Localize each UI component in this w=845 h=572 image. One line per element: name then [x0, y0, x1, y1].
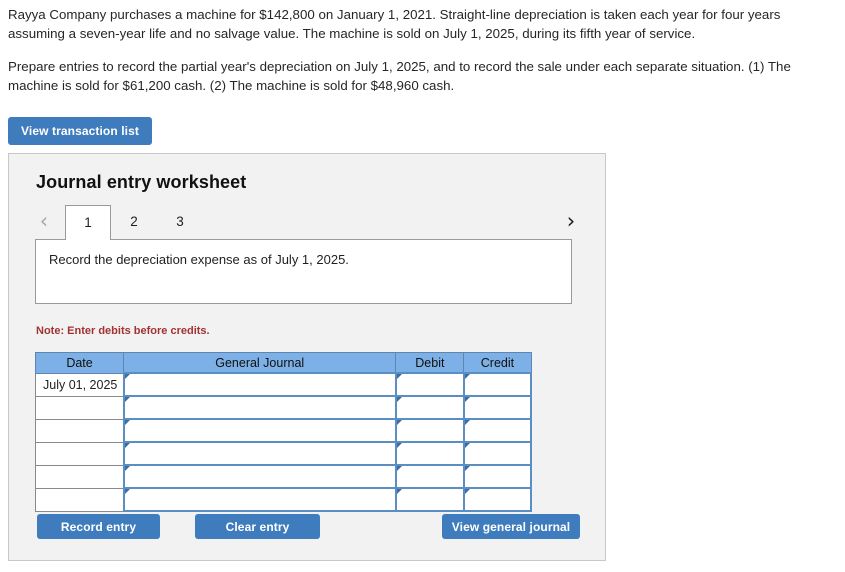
date-cell[interactable]	[34, 464, 125, 489]
worksheet-tabstrip: ‹ 1 2 3 ›	[35, 205, 580, 240]
table-row	[34, 487, 533, 512]
date-cell[interactable]: July 01, 2025	[34, 372, 125, 397]
date-cell[interactable]	[34, 395, 125, 420]
debit-input-cell[interactable]	[394, 441, 465, 466]
debit-input-cell[interactable]	[394, 418, 465, 443]
problem-paragraph-1: Rayya Company purchases a machine for $1…	[8, 7, 781, 41]
table-row	[34, 464, 533, 489]
date-cell[interactable]	[34, 441, 125, 466]
chevron-left-icon[interactable]: ‹	[35, 205, 53, 239]
instruction-box: Record the depreciation expense as of Ju…	[35, 239, 572, 304]
debit-input-cell[interactable]	[394, 487, 465, 512]
record-entry-button[interactable]: Record entry	[37, 514, 160, 539]
table-header-row: Date General Journal Debit Credit	[34, 352, 532, 374]
account-input-cell[interactable]	[122, 418, 397, 443]
cell-marker-icon	[396, 443, 402, 448]
column-header-date: Date	[34, 352, 125, 374]
column-header-debit: Debit	[395, 352, 465, 374]
tab-3[interactable]: 3	[157, 205, 203, 239]
table-row	[34, 395, 533, 420]
debits-before-credits-note: Note: Enter debits before credits.	[36, 325, 210, 337]
date-cell[interactable]	[34, 418, 125, 443]
table-row	[34, 418, 533, 443]
credit-input-cell[interactable]	[462, 372, 533, 397]
cell-marker-icon	[124, 397, 130, 402]
column-header-credit: Credit	[463, 352, 532, 374]
cell-marker-icon	[396, 397, 402, 402]
credit-input-cell[interactable]	[462, 464, 533, 489]
date-cell[interactable]	[34, 487, 125, 512]
credit-input-cell[interactable]	[462, 441, 533, 466]
view-general-journal-button[interactable]: View general journal	[442, 514, 580, 539]
debit-input-cell[interactable]	[394, 372, 465, 397]
cell-marker-icon	[124, 466, 130, 471]
cell-marker-icon	[396, 374, 402, 379]
tab-1[interactable]: 1	[65, 205, 111, 240]
view-transaction-list-button[interactable]: View transaction list	[8, 117, 152, 145]
cell-marker-icon	[464, 374, 470, 379]
journal-entry-table: Date General Journal Debit Credit July 0…	[34, 352, 533, 512]
cell-marker-icon	[396, 466, 402, 471]
cell-marker-icon	[464, 443, 470, 448]
debit-input-cell[interactable]	[394, 464, 465, 489]
account-input-cell[interactable]	[122, 487, 397, 512]
debit-input-cell[interactable]	[394, 395, 465, 420]
cell-marker-icon	[464, 397, 470, 402]
page-title: Journal entry worksheet	[36, 172, 247, 192]
account-input-cell[interactable]	[122, 464, 397, 489]
credit-input-cell[interactable]	[462, 487, 533, 512]
credit-input-cell[interactable]	[462, 418, 533, 443]
instruction-text: Record the depreciation expense as of Ju…	[49, 252, 349, 267]
account-input-cell[interactable]	[122, 395, 397, 420]
worksheet-tabs: 1 2 3	[65, 205, 203, 240]
journal-entry-worksheet-panel: Journal entry worksheet ‹ 1 2 3 › Record…	[8, 153, 606, 561]
table-row	[34, 441, 533, 466]
cell-marker-icon	[124, 420, 130, 425]
cell-marker-icon	[396, 420, 402, 425]
problem-paragraph-2: Prepare entries to record the partial ye…	[8, 58, 791, 93]
clear-entry-button[interactable]: Clear entry	[195, 514, 320, 539]
table-row: July 01, 2025	[34, 372, 533, 397]
cell-marker-icon	[464, 489, 470, 494]
cell-marker-icon	[464, 420, 470, 425]
cell-marker-icon	[464, 466, 470, 471]
cell-marker-icon	[124, 443, 130, 448]
account-input-cell[interactable]	[122, 441, 397, 466]
cell-marker-icon	[396, 489, 402, 494]
tab-2[interactable]: 2	[111, 205, 157, 239]
cell-marker-icon	[124, 374, 130, 379]
cell-marker-icon	[124, 489, 130, 494]
problem-statement: Rayya Company purchases a machine for $1…	[8, 6, 830, 96]
column-header-general-journal: General Journal	[123, 352, 397, 374]
credit-input-cell[interactable]	[462, 395, 533, 420]
chevron-right-icon[interactable]: ›	[562, 205, 580, 239]
account-input-cell[interactable]	[122, 372, 397, 397]
